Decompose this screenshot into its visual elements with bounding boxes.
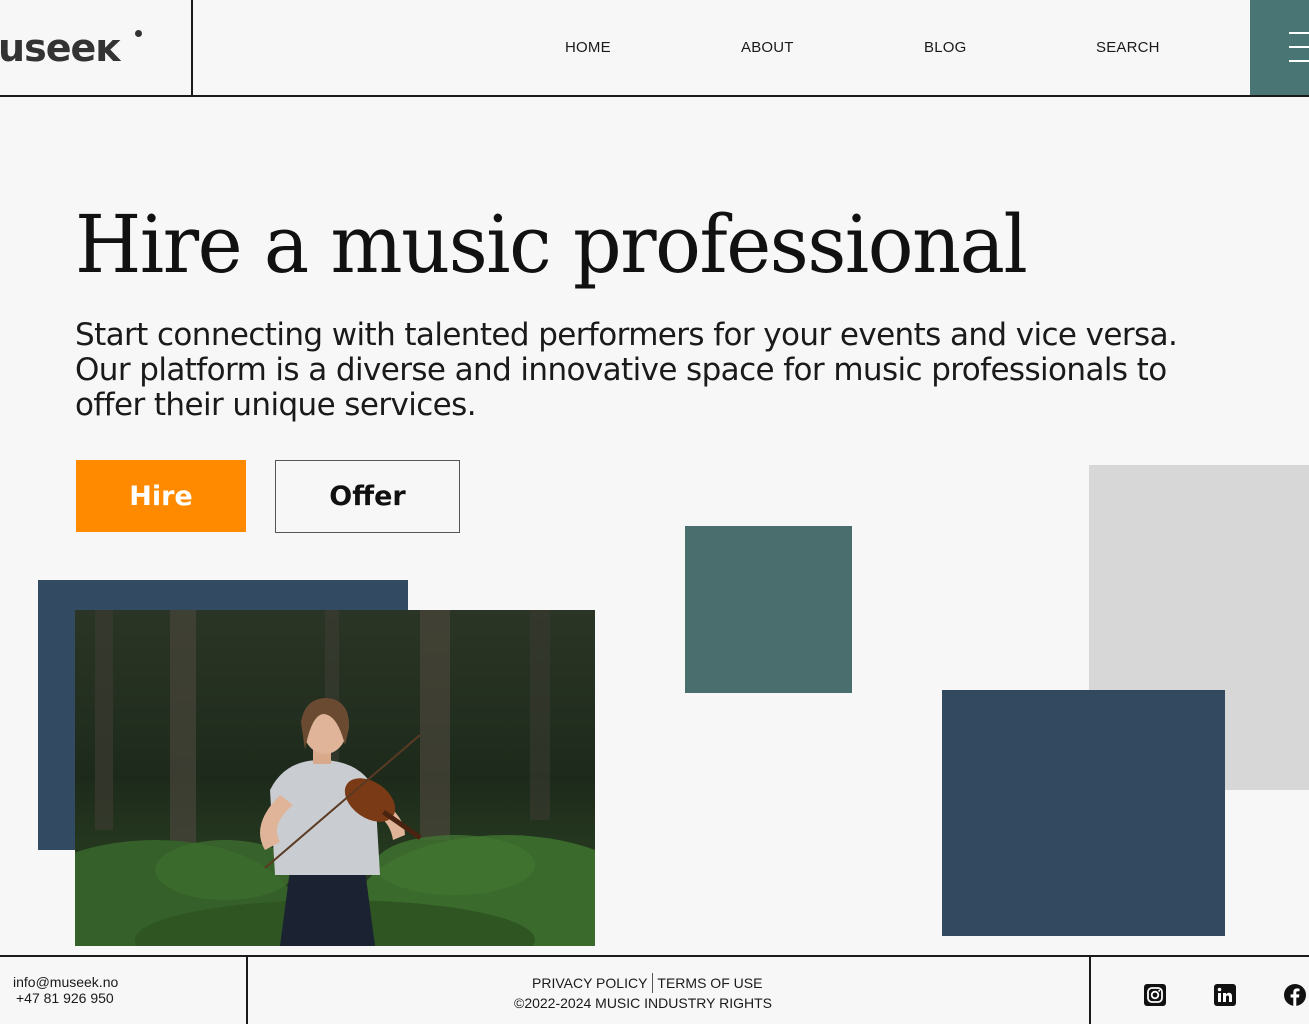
facebook-icon[interactable]: [1284, 984, 1306, 1006]
decor-navy-block-right: [942, 690, 1225, 936]
offer-button[interactable]: Offer: [275, 460, 460, 533]
hamburger-line: [1289, 46, 1309, 48]
nav-search[interactable]: SEARCH: [1096, 39, 1160, 56]
hero-subtitle: Start connecting with talented performer…: [75, 317, 1178, 423]
footer-contact: info@museek.no +47 81 926 950: [0, 957, 248, 1024]
violinist-photo-illustration: [75, 610, 595, 946]
footer-legal-links: PRIVACY POLICY TERMS OF USE: [532, 973, 762, 993]
site-header: luseeĸ HOME ABOUT BLOG SEARCH: [0, 0, 1309, 97]
nav-home[interactable]: HOME: [565, 39, 611, 56]
linkedin-icon[interactable]: [1214, 984, 1236, 1006]
logo-container[interactable]: luseeĸ: [0, 0, 193, 96]
nav-blog[interactable]: BLOG: [924, 39, 966, 56]
page-title: Hire a music professional: [75, 198, 1028, 291]
violinist-photo: [75, 610, 595, 946]
footer-social: [1089, 957, 1309, 1024]
nav-about[interactable]: ABOUT: [741, 39, 794, 56]
footer-email-link[interactable]: info@museek.no: [13, 974, 118, 990]
logo-dot: [135, 30, 142, 37]
instagram-icon[interactable]: [1144, 984, 1166, 1006]
hamburger-menu-button[interactable]: [1250, 0, 1309, 95]
hire-button[interactable]: Hire: [76, 460, 246, 532]
hamburger-menu-icon: [1289, 32, 1309, 34]
logo[interactable]: luseeĸ: [0, 26, 121, 70]
terms-of-use-link[interactable]: TERMS OF USE: [657, 975, 762, 991]
footer-divider: [652, 973, 654, 993]
privacy-policy-link[interactable]: PRIVACY POLICY: [532, 975, 647, 991]
footer-phone-link[interactable]: +47 81 926 950: [16, 990, 114, 1006]
site-footer: info@museek.no +47 81 926 950 PRIVACY PO…: [0, 955, 1309, 1024]
hamburger-line: [1289, 60, 1309, 62]
copyright-text: ©2022-2024 MUSIC INDUSTRY RIGHTS: [514, 995, 772, 1011]
decor-teal-block: [685, 526, 852, 693]
